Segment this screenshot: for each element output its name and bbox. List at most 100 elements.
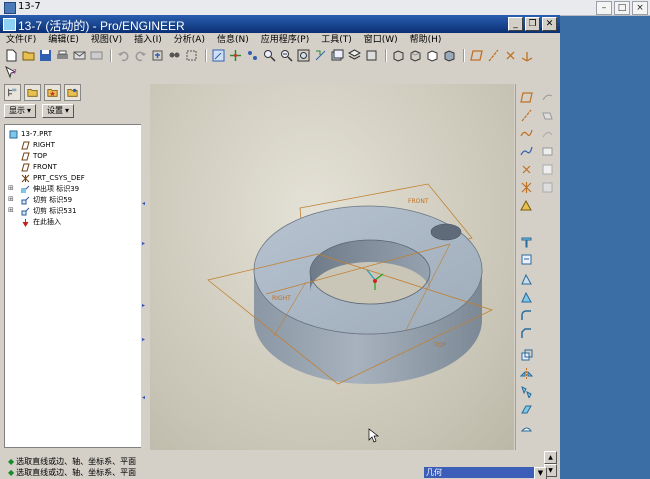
open-file-icon[interactable] [21, 49, 35, 63]
restore-button[interactable]: ❐ [525, 17, 540, 31]
settings-menu-button[interactable]: 设置 ▾ [42, 104, 75, 118]
csys-display-icon[interactable] [520, 49, 534, 63]
connections-tab-icon[interactable] [64, 84, 81, 101]
tree-item-front[interactable]: FRONT [21, 162, 57, 172]
analysis-feature-icon[interactable] [519, 198, 533, 212]
shading-icon[interactable] [442, 49, 456, 63]
menu-view[interactable]: 视图(V) [85, 33, 128, 47]
filter-dropdown-icon[interactable]: ▼ [534, 467, 547, 479]
context-help-icon[interactable]: ? [4, 66, 18, 80]
redo-icon[interactable] [133, 49, 147, 63]
collapse-arrow-icon[interactable]: ▸ [142, 336, 145, 343]
offset-icon[interactable] [540, 144, 554, 158]
tree-item-cut-531[interactable]: 切剪 标识531 [21, 206, 77, 216]
sketch-tool-icon[interactable] [519, 144, 533, 158]
graphics-window[interactable]: FRONT RIGHT TOP [150, 84, 514, 450]
tree-item-protrusion[interactable]: 伸出项 标识39 [21, 184, 79, 194]
tree-item-cut-59[interactable]: 切剪 标识59 [21, 195, 72, 205]
menu-window[interactable]: 窗口(W) [358, 33, 404, 47]
datum-point-tool-icon[interactable] [519, 162, 533, 176]
refit-icon[interactable] [296, 49, 310, 63]
repaint-icon[interactable] [211, 49, 225, 63]
rib-tool-icon[interactable] [519, 402, 533, 416]
insert-surface-icon[interactable] [540, 90, 554, 104]
tree-item-csys[interactable]: PRT_CSYS_DEF [21, 173, 85, 183]
collapse-arrow-icon[interactable]: ▸ [142, 240, 145, 247]
hidden-line-icon[interactable] [408, 49, 422, 63]
no-hidden-icon[interactable] [425, 49, 439, 63]
email-link-icon[interactable] [89, 49, 103, 63]
csys-tool-icon[interactable] [519, 180, 533, 194]
folder-browser-tab-icon[interactable] [24, 84, 41, 101]
menu-info[interactable]: 信息(N) [211, 33, 255, 47]
outer-minimize-button[interactable]: – [596, 1, 612, 15]
intersect-icon[interactable] [540, 162, 554, 176]
zoom-out-icon[interactable] [279, 49, 293, 63]
select-box-icon[interactable] [184, 49, 198, 63]
menu-applications[interactable]: 应用程序(P) [255, 33, 315, 47]
tree-item-top[interactable]: TOP [21, 151, 47, 161]
outer-maximize-button[interactable]: □ [614, 1, 630, 15]
save-icon[interactable] [38, 49, 52, 63]
datum-axis-tool-icon[interactable] [519, 108, 533, 122]
panel-sash[interactable]: ◂ ▸ ▸ ▸ ◂ [141, 84, 149, 448]
menu-insert[interactable]: 插入(I) [128, 33, 168, 47]
datum-plane-display-icon[interactable] [469, 49, 483, 63]
collapse-arrow-icon[interactable]: ◂ [142, 394, 145, 401]
saved-views-icon[interactable] [330, 49, 344, 63]
regenerate-icon[interactable] [150, 49, 164, 63]
new-file-icon[interactable] [4, 49, 18, 63]
spin-center-icon[interactable] [228, 49, 242, 63]
datum-plane-tool-icon[interactable] [519, 90, 533, 104]
hole-tool-icon[interactable] [519, 272, 533, 286]
chamfer-tool-icon[interactable] [519, 326, 533, 340]
thicken-tool-icon[interactable] [519, 420, 533, 434]
find-icon[interactable] [167, 49, 181, 63]
outer-close-button[interactable]: × [632, 1, 648, 15]
model-tree-tab-icon[interactable] [4, 84, 21, 101]
display-menu-button[interactable]: 显示 ▾ [4, 104, 37, 118]
expand-icon[interactable]: ⊞ [8, 184, 14, 192]
collapse-arrow-icon[interactable]: ◂ [142, 200, 145, 207]
wireframe-icon[interactable] [391, 49, 405, 63]
datum-curve-tool-icon[interactable] [519, 126, 533, 140]
shell-tool-icon[interactable] [519, 290, 533, 304]
menu-analysis[interactable]: 分析(A) [168, 33, 211, 47]
extrude-tool-icon[interactable] [519, 234, 533, 248]
tree-item-insert-here[interactable]: 在此插入 [21, 217, 61, 227]
menu-help[interactable]: 帮助(H) [404, 33, 448, 47]
mirror-tool-icon[interactable] [519, 366, 533, 380]
menu-tools[interactable]: 工具(T) [315, 33, 358, 47]
menu-edit[interactable]: 编辑(E) [42, 33, 85, 47]
message-scroll-up-button[interactable]: ▲ [544, 451, 557, 464]
draft-tool-icon[interactable] [519, 348, 533, 362]
zoom-in-icon[interactable] [262, 49, 276, 63]
trim-icon[interactable] [540, 126, 554, 140]
selection-filter[interactable]: 几何 [424, 467, 534, 478]
layers-icon[interactable] [347, 49, 361, 63]
favorites-tab-icon[interactable] [44, 84, 61, 101]
round-tool-icon[interactable] [519, 308, 533, 322]
minimize-button[interactable]: _ [508, 17, 523, 31]
cut-icon [21, 207, 30, 215]
solidify-icon[interactable] [540, 180, 554, 194]
email-icon[interactable] [72, 49, 86, 63]
tree-item-right[interactable]: RIGHT [21, 140, 55, 150]
undo-icon[interactable] [116, 49, 130, 63]
pattern-tool-icon[interactable] [519, 384, 533, 398]
orient-mode-icon[interactable] [245, 49, 259, 63]
reorient-icon[interactable] [313, 49, 327, 63]
surface-tool-icon[interactable] [540, 108, 554, 122]
print-icon[interactable] [55, 49, 69, 63]
collapse-arrow-icon[interactable]: ▸ [142, 302, 145, 309]
datum-axis-display-icon[interactable] [486, 49, 500, 63]
datum-point-display-icon[interactable] [503, 49, 517, 63]
tree-item-part[interactable]: 13-7.PRT [9, 129, 52, 139]
revolve-tool-icon[interactable] [519, 252, 533, 266]
menu-file[interactable]: 文件(F) [0, 33, 42, 47]
view-manager-icon[interactable] [364, 49, 378, 63]
small-hole[interactable] [430, 223, 462, 241]
expand-icon[interactable]: ⊞ [8, 206, 14, 214]
expand-icon[interactable]: ⊞ [8, 195, 14, 203]
close-button[interactable]: ✕ [542, 17, 557, 31]
